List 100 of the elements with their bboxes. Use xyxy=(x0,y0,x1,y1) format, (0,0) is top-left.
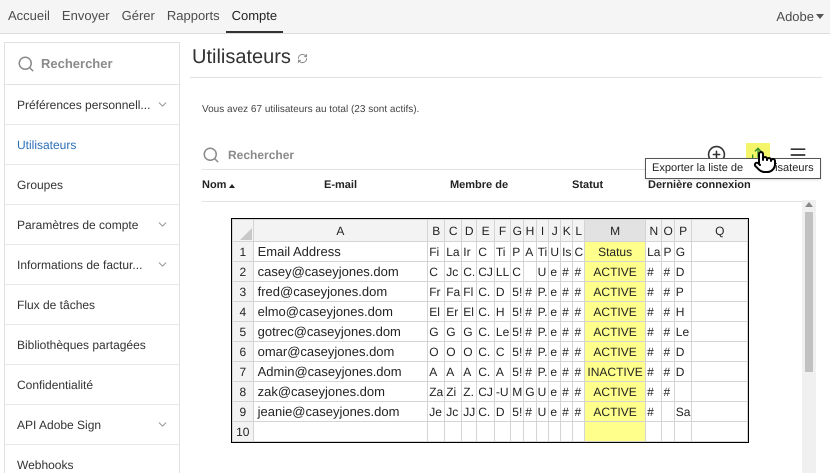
sidebar-search-field[interactable]: Rechercher xyxy=(41,54,161,74)
spreadsheet-cell: H xyxy=(674,302,692,322)
refresh-icon[interactable] xyxy=(296,53,308,64)
spreadsheet-cell: A xyxy=(494,362,511,382)
account-menu[interactable]: Adobe xyxy=(776,0,828,33)
sidebar-item[interactable]: Paramètres de compte xyxy=(5,205,179,245)
column-header[interactable]: A xyxy=(253,220,428,242)
row-number: 2 xyxy=(232,262,254,282)
spreadsheet-cell xyxy=(560,422,573,442)
sidebar-item[interactable]: Flux de tâches xyxy=(5,285,179,325)
column-header[interactable]: K xyxy=(560,220,573,242)
spreadsheet-cell: 5! xyxy=(510,342,524,362)
column-header[interactable]: C xyxy=(444,220,462,242)
column-header[interactable]: Nom xyxy=(202,177,324,194)
spreadsheet-cell: # xyxy=(662,282,674,302)
spreadsheet-cell: O xyxy=(428,342,445,362)
sidebar-item[interactable]: Utilisateurs xyxy=(5,125,179,165)
spreadsheet-cell: U xyxy=(536,402,549,422)
spreadsheet-cell: D xyxy=(494,282,511,302)
spreadsheet-cell xyxy=(692,422,748,442)
sidebar-item[interactable]: Informations de factur... xyxy=(5,245,179,285)
spreadsheet-cell: e xyxy=(548,382,561,402)
spreadsheet-cell xyxy=(692,242,748,262)
spreadsheet-cell xyxy=(674,382,692,402)
spreadsheet-cell: 5! xyxy=(510,322,524,342)
column-header[interactable]: Q xyxy=(692,220,748,242)
spreadsheet-cell: # xyxy=(560,302,573,322)
spreadsheet-cell xyxy=(692,402,748,422)
spreadsheet-cell: P xyxy=(674,282,692,302)
column-header[interactable]: B xyxy=(428,220,445,242)
spreadsheet-cell: M xyxy=(510,382,524,402)
column-header[interactable]: G xyxy=(510,220,524,242)
sidebar-item[interactable]: Groupes xyxy=(5,165,179,205)
column-header[interactable]: E xyxy=(476,220,494,242)
sidebar-item[interactable]: Confidentialité xyxy=(5,365,179,405)
sidebar-item[interactable]: API Adobe Sign xyxy=(5,405,179,445)
spreadsheet-cell: El xyxy=(428,302,445,322)
column-header[interactable]: Statut xyxy=(572,177,648,194)
column-header[interactable]: J xyxy=(548,220,561,242)
spreadsheet-cell: # xyxy=(662,302,674,322)
search-icon xyxy=(17,54,35,72)
spreadsheet-cell: Fa xyxy=(444,282,462,302)
column-header[interactable]: P xyxy=(674,220,692,242)
spreadsheet-cell: # xyxy=(646,342,662,362)
column-header[interactable]: I xyxy=(536,220,549,242)
column-header[interactable]: Dernière connexion xyxy=(648,177,751,194)
spreadsheet-cell: # xyxy=(646,262,662,282)
spreadsheet-cell: # xyxy=(662,382,674,402)
spreadsheet-cell: Sa xyxy=(674,402,692,422)
scrollbar[interactable] xyxy=(802,200,816,473)
column-header[interactable]: Membre de xyxy=(450,177,572,194)
spreadsheet-cell: # xyxy=(560,262,573,282)
user-search-field[interactable]: Rechercher xyxy=(228,146,348,164)
spreadsheet-cell: e xyxy=(548,322,561,342)
sidebar-item[interactable]: Bibliothèques partagées xyxy=(5,325,179,365)
column-header[interactable]: M xyxy=(584,220,646,242)
row-number: 5 xyxy=(232,322,254,342)
nav-tab[interactable]: Accueil xyxy=(2,0,56,33)
spreadsheet-cell: Fr xyxy=(428,282,445,302)
spreadsheet-cell xyxy=(476,422,494,442)
spreadsheet-cell: Le xyxy=(674,322,692,342)
spreadsheet-cell: Z. xyxy=(462,382,477,402)
spreadsheet-cell: # xyxy=(524,362,536,382)
spreadsheet-cell: P. xyxy=(536,362,549,382)
sidebar-item[interactable]: Webhooks xyxy=(5,445,179,473)
spreadsheet-cell: # xyxy=(662,262,674,282)
nav-tab[interactable]: Envoyer xyxy=(56,0,116,33)
spreadsheet-cell: zak@caseyjones.dom xyxy=(253,382,428,402)
spreadsheet-cell: D xyxy=(494,402,511,422)
spreadsheet-cell: C xyxy=(510,262,524,282)
column-header[interactable]: N xyxy=(646,220,662,242)
column-header[interactable]: D xyxy=(462,220,477,242)
spreadsheet-cell: Ir xyxy=(462,242,477,262)
row-number: 8 xyxy=(232,382,254,402)
column-header[interactable]: O xyxy=(662,220,674,242)
spreadsheet-cell: G xyxy=(428,322,445,342)
spreadsheet-cell: C xyxy=(476,242,494,262)
nav-tab[interactable]: Gérer xyxy=(116,0,161,33)
spreadsheet-cell xyxy=(462,422,477,442)
spreadsheet-cell: ACTIVE xyxy=(584,322,646,342)
spreadsheet-cell: 5! xyxy=(510,362,524,382)
row-number: 7 xyxy=(232,362,254,382)
nav-tab[interactable]: Rapports xyxy=(160,0,226,33)
spreadsheet-cell: gotrec@caseyjones.dom xyxy=(253,322,428,342)
spreadsheet-cell: A xyxy=(444,362,462,382)
spreadsheet-cell: # xyxy=(560,382,573,402)
column-header[interactable]: E-mail xyxy=(324,177,450,194)
spreadsheet-cell: C. xyxy=(462,262,477,282)
caret-icon xyxy=(816,14,824,19)
spreadsheet-cell: A xyxy=(428,362,445,382)
sidebar-item[interactable]: Préférences personnell... xyxy=(5,85,179,125)
nav-tab[interactable]: Compte xyxy=(226,0,284,33)
column-header[interactable]: H xyxy=(524,220,536,242)
spreadsheet-cell: Ti xyxy=(494,242,511,262)
spreadsheet-cell xyxy=(692,382,748,402)
page-title: Utilisateurs xyxy=(192,44,291,70)
spreadsheet-cell: G xyxy=(674,242,692,262)
spreadsheet-cell: D xyxy=(674,342,692,362)
spreadsheet-cell: P xyxy=(662,242,674,262)
column-header[interactable]: F xyxy=(494,220,511,242)
